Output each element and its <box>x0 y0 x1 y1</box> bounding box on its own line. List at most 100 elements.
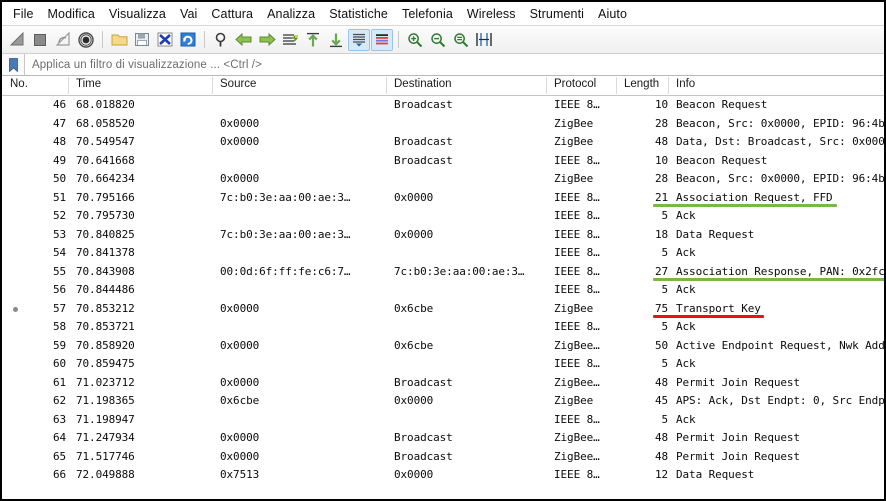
cell-time: 71.023712 <box>76 376 135 389</box>
resize-columns-icon[interactable] <box>473 29 495 51</box>
menu-item-cattura[interactable]: Cattura <box>204 4 260 24</box>
column-header-length[interactable]: Length <box>624 78 659 90</box>
cell-time: 68.018820 <box>76 98 135 111</box>
cell-destination: 0x0000 <box>394 191 433 204</box>
display-filter-bar[interactable]: Applica un filtro di visualizzazione ...… <box>2 54 884 76</box>
menu-item-aiuto[interactable]: Aiuto <box>591 4 634 24</box>
main-toolbar <box>2 26 884 54</box>
table-row[interactable]: 5570.84390800:0d:6f:ff:fe:c6:7…7c:b0:3e:… <box>2 263 884 282</box>
table-row[interactable]: 5670.844486IEEE 8…5Ack <box>2 281 884 300</box>
table-row[interactable]: 5970.8589200x00000x6cbeZigBee…50Active E… <box>2 337 884 356</box>
menu-item-file[interactable]: File <box>6 4 41 24</box>
column-header-destination[interactable]: Destination <box>394 78 452 90</box>
table-row[interactable]: 5270.795730IEEE 8…5Ack <box>2 207 884 226</box>
column-resize-handle[interactable] <box>616 77 617 94</box>
cell-time: 71.198365 <box>76 394 135 407</box>
column-resize-handle[interactable] <box>386 77 387 94</box>
cell-source: 7c:b0:3e:aa:00:ae:3… <box>220 191 350 204</box>
cell-time: 70.795730 <box>76 209 135 222</box>
menu-item-strumenti[interactable]: Strumenti <box>523 4 591 24</box>
start-capture-icon[interactable] <box>6 29 28 51</box>
go-back-icon[interactable] <box>233 29 255 51</box>
column-header-no[interactable]: No. <box>10 78 28 90</box>
column-resize-handle[interactable] <box>668 77 669 94</box>
menu-item-telefonia[interactable]: Telefonia <box>395 4 460 24</box>
column-resize-handle[interactable] <box>68 77 69 94</box>
cell-length: 75 <box>624 302 668 315</box>
table-row[interactable]: 6571.5177460x0000BroadcastZigBee…48Permi… <box>2 448 884 467</box>
go-to-packet-icon[interactable] <box>279 29 301 51</box>
cell-protocol: ZigBee <box>554 302 593 315</box>
zoom-out-icon[interactable] <box>427 29 449 51</box>
table-row[interactable]: 5870.853721IEEE 8…5Ack <box>2 318 884 337</box>
capture-options-icon[interactable] <box>75 29 97 51</box>
table-row[interactable]: 6271.1983650x6cbe0x0000ZigBee45APS: Ack,… <box>2 392 884 411</box>
save-file-icon[interactable] <box>131 29 153 51</box>
cell-info: Ack <box>676 357 696 370</box>
close-file-icon[interactable] <box>154 29 176 51</box>
table-row[interactable]: 4768.0585200x0000ZigBee28Beacon, Src: 0x… <box>2 115 884 134</box>
display-filter-input[interactable]: Applica un filtro di visualizzazione ...… <box>25 54 884 75</box>
cell-destination: 0x0000 <box>394 468 433 481</box>
menu-item-wireless[interactable]: Wireless <box>460 4 523 24</box>
table-row[interactable]: 5770.8532120x00000x6cbeZigBee75Transport… <box>2 300 884 319</box>
cell-protocol: IEEE 8… <box>554 228 600 241</box>
cell-length: 27 <box>624 265 668 278</box>
table-row[interactable]: 6171.0237120x0000BroadcastZigBee…48Permi… <box>2 374 884 393</box>
column-resize-handle[interactable] <box>212 77 213 94</box>
table-row[interactable]: 6371.198947IEEE 8…5Ack <box>2 411 884 430</box>
table-row[interactable]: 4970.641668BroadcastIEEE 8…10Beacon Requ… <box>2 152 884 171</box>
column-header-info[interactable]: Info <box>676 78 695 90</box>
cell-protocol: IEEE 8… <box>554 246 600 259</box>
table-row[interactable]: 5470.841378IEEE 8…5Ack <box>2 244 884 263</box>
zoom-reset-icon[interactable] <box>450 29 472 51</box>
column-header-time[interactable]: Time <box>76 78 101 90</box>
colorize-icon[interactable] <box>371 29 393 51</box>
cell-info: Ack <box>676 246 696 259</box>
cell-source: 0x0000 <box>220 376 259 389</box>
column-resize-handle[interactable] <box>546 77 547 94</box>
cell-no: 60 <box>10 357 66 370</box>
packet-list[interactable]: 4668.018820BroadcastIEEE 8…10Beacon Requ… <box>2 96 884 485</box>
table-row[interactable]: 5070.6642340x0000ZigBee28Beacon, Src: 0x… <box>2 170 884 189</box>
packet-list-header: No. Time Source Destination Protocol Length In… <box>2 76 884 96</box>
cell-time: 70.840825 <box>76 228 135 241</box>
table-row[interactable]: 4870.5495470x0000BroadcastZigBee48Data, … <box>2 133 884 152</box>
zoom-in-icon[interactable] <box>404 29 426 51</box>
cell-destination: 0x6cbe <box>394 302 433 315</box>
go-to-first-packet-icon[interactable] <box>302 29 324 51</box>
table-row[interactable]: 4668.018820BroadcastIEEE 8…10Beacon Requ… <box>2 96 884 115</box>
open-file-icon[interactable] <box>108 29 130 51</box>
menu-item-visualizza[interactable]: Visualizza <box>102 4 173 24</box>
menu-item-vai[interactable]: Vai <box>173 4 204 24</box>
cell-info: Association Response, PAN: 0x2fc6 Addr: … <box>676 265 886 278</box>
auto-scroll-icon[interactable] <box>348 29 370 51</box>
cell-protocol: ZigBee <box>554 394 593 407</box>
bookmark-icon[interactable] <box>2 54 25 75</box>
table-row[interactable]: 6070.859475IEEE 8…5Ack <box>2 355 884 374</box>
cell-time: 70.858920 <box>76 339 135 352</box>
menu-item-analizza[interactable]: Analizza <box>260 4 322 24</box>
menu-item-modifica[interactable]: Modifica <box>41 4 102 24</box>
cell-time: 70.841378 <box>76 246 135 259</box>
find-packet-icon[interactable] <box>210 29 232 51</box>
cell-length: 10 <box>624 98 668 111</box>
cell-info: Ack <box>676 209 696 222</box>
restart-capture-icon[interactable] <box>52 29 74 51</box>
cell-destination: Broadcast <box>394 154 453 167</box>
cell-time: 68.058520 <box>76 117 135 130</box>
table-row[interactable]: 6672.0498880x75130x0000IEEE 8…12Data Req… <box>2 466 884 485</box>
column-header-protocol[interactable]: Protocol <box>554 78 596 90</box>
menu-item-statistiche[interactable]: Statistiche <box>322 4 395 24</box>
cell-length: 18 <box>624 228 668 241</box>
reload-file-icon[interactable] <box>177 29 199 51</box>
table-row[interactable]: 5370.8408257c:b0:3e:aa:00:ae:3…0x0000IEE… <box>2 226 884 245</box>
stop-capture-icon[interactable] <box>29 29 51 51</box>
cell-length: 10 <box>624 154 668 167</box>
cell-info: Beacon Request <box>676 98 767 111</box>
table-row[interactable]: 5170.7951667c:b0:3e:aa:00:ae:3…0x0000IEE… <box>2 189 884 208</box>
go-to-last-packet-icon[interactable] <box>325 29 347 51</box>
table-row[interactable]: 6471.2479340x0000BroadcastZigBee…48Permi… <box>2 429 884 448</box>
column-header-source[interactable]: Source <box>220 78 256 90</box>
go-forward-icon[interactable] <box>256 29 278 51</box>
